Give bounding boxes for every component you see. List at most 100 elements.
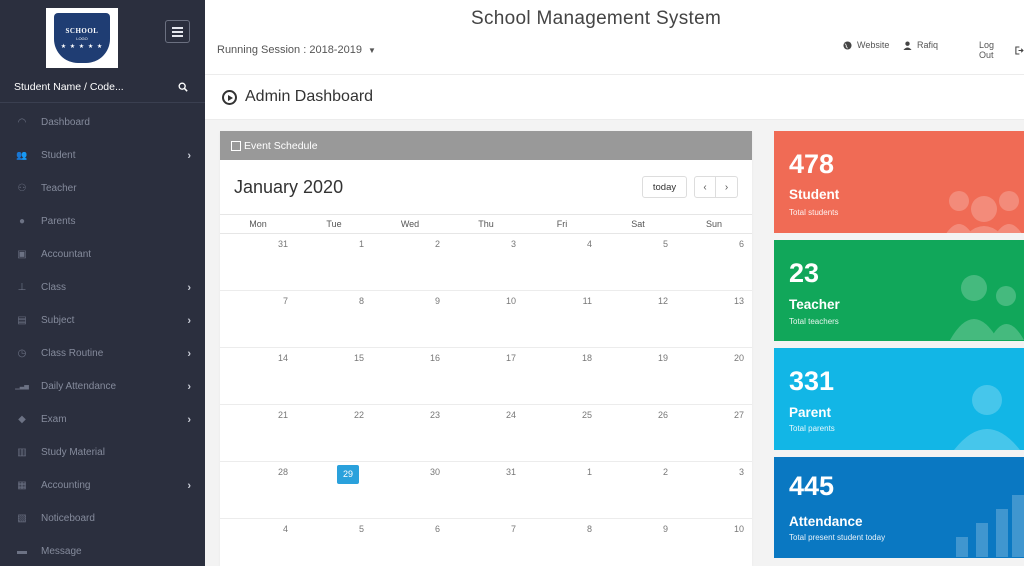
chevron-right-icon: › — [187, 414, 191, 426]
stat-card-attendance[interactable]: 445 Attendance Total present student today — [774, 457, 1024, 558]
sidebar-item-class[interactable]: ⊥ Class › — [0, 271, 205, 304]
calendar-day-today[interactable]: 29 — [296, 462, 372, 518]
calendar-day-cell[interactable]: 17 — [448, 348, 524, 404]
calendar-day-cell[interactable]: 28 — [220, 462, 296, 518]
calendar-day-number: 1 — [358, 239, 364, 249]
calendar-day-cell[interactable]: 5 — [600, 234, 676, 290]
calendar-day-cell[interactable]: 26 — [600, 405, 676, 461]
sidebar-item-subject[interactable]: ▤ Subject › — [0, 304, 205, 337]
calendar-day-cell[interactable]: 22 — [296, 405, 372, 461]
calendar-day-cell[interactable]: 9 — [372, 291, 448, 347]
prev-month-button[interactable]: ‹ — [694, 176, 716, 198]
logout-link[interactable]: Log Out — [979, 40, 1024, 60]
today-button[interactable]: today — [642, 176, 687, 198]
search-icon[interactable] — [178, 82, 188, 92]
sidebar-item-study-material[interactable]: ▥ Study Material — [0, 436, 205, 469]
calendar-day-cell[interactable]: 24 — [448, 405, 524, 461]
calendar-day-cell[interactable]: 2 — [372, 234, 448, 290]
sidebar-item-class-routine[interactable]: ◷ Class Routine › — [0, 337, 205, 370]
user-icon: ● — [18, 216, 26, 227]
student-search-input[interactable] — [14, 81, 164, 93]
calendar-icon — [231, 140, 241, 151]
menu-toggle-button[interactable] — [165, 20, 190, 43]
day-of-week-header: Mon Tue Wed Thu Fri Sat Sun — [220, 214, 752, 234]
sidebar-nav: ◠ Dashboard 👥 Student › ⚇ Teacher ● Parents ▣ Acco… — [0, 106, 205, 566]
sidebar-item-exam[interactable]: ◆ Exam › — [0, 403, 205, 436]
calendar-day-cell[interactable]: 1 — [524, 462, 600, 518]
calendar-day-cell[interactable]: 8 — [524, 519, 600, 566]
sidebar-item-student[interactable]: 👥 Student › — [0, 139, 205, 172]
calendar-day-cell[interactable]: 15 — [296, 348, 372, 404]
calendar-day-cell[interactable]: 30 — [372, 462, 448, 518]
calendar-day-cell[interactable]: 6 — [676, 234, 752, 290]
users-icon — [944, 187, 1024, 233]
sidebar-item-noticeboard[interactable]: ▧ Noticeboard — [0, 502, 205, 535]
session-selector[interactable]: Running Session : 2018-2019 ▼ — [217, 44, 376, 56]
calendar-day-cell[interactable]: 19 — [600, 348, 676, 404]
clipboard-icon: ▧ — [17, 513, 27, 524]
sidebar-item-accounting[interactable]: ▦ Accounting › — [0, 469, 205, 502]
calendar-day-number: 18 — [581, 353, 592, 363]
calendar-day-cell[interactable]: 27 — [676, 405, 752, 461]
calendar-day-cell[interactable]: 2 — [600, 462, 676, 518]
sidebar-item-accountant[interactable]: ▣ Accountant — [0, 238, 205, 271]
calendar-day-number: 31 — [505, 467, 516, 477]
sidebar-item-dashboard[interactable]: ◠ Dashboard — [0, 106, 205, 139]
sidebar-item-daily-attendance[interactable]: ▁▃▅ Daily Attendance › — [0, 370, 205, 403]
stat-card-student[interactable]: 478 Student Total students — [774, 131, 1024, 233]
calendar-day-cell[interactable]: 9 — [600, 519, 676, 566]
calendar-day-cell[interactable]: 4 — [524, 234, 600, 290]
calendar-day-cell[interactable]: 1 — [296, 234, 372, 290]
page-title-bar: Admin Dashboard — [205, 75, 1024, 120]
sidebar-item-parents[interactable]: ● Parents — [0, 205, 205, 238]
stat-card-teacher[interactable]: 23 Teacher Total teachers — [774, 240, 1024, 341]
graduation-cap-icon: ◆ — [18, 414, 26, 425]
calendar-day-number: 5 — [662, 239, 668, 249]
hamburger-icon — [172, 26, 183, 29]
calendar-day-cell[interactable]: 3 — [448, 234, 524, 290]
calendar-day-cell[interactable]: 11 — [524, 291, 600, 347]
calendar-day-cell[interactable]: 7 — [448, 519, 524, 566]
calendar-day-cell[interactable]: 31 — [448, 462, 524, 518]
calendar-day-cell[interactable]: 13 — [676, 291, 752, 347]
calendar-day-cell[interactable]: 25 — [524, 405, 600, 461]
calendar-day-cell[interactable]: 5 — [296, 519, 372, 566]
calendar-day-number: 8 — [358, 296, 364, 306]
sidebar: SCHOOL LOGO ★ ★ ★ ★ ★ ◠ Dashboard 👥 Student… — [0, 0, 205, 566]
day-of-week-label: Sat — [631, 219, 645, 229]
calendar-day-number: 3 — [738, 467, 744, 477]
calendar-day-cell[interactable]: 16 — [372, 348, 448, 404]
event-schedule-panel: Event Schedule January 2020 today ‹ › Mo… — [220, 131, 752, 566]
calendar-day-number: 31 — [277, 239, 288, 249]
calendar-day-cell[interactable]: 23 — [372, 405, 448, 461]
day-of-week-label: Tue — [326, 219, 342, 229]
calendar-day-cell[interactable]: 3 — [676, 462, 752, 518]
calendar-day-number: 27 — [733, 410, 744, 420]
stat-description: Total teachers — [789, 317, 839, 326]
calendar-day-cell[interactable]: 18 — [524, 348, 600, 404]
sidebar-item-teacher[interactable]: ⚇ Teacher — [0, 172, 205, 205]
calendar-day-cell[interactable]: 6 — [372, 519, 448, 566]
stat-label: Student — [789, 187, 840, 202]
calendar-day-number: 9 — [434, 296, 440, 306]
calendar-day-cell[interactable]: 4 — [220, 519, 296, 566]
calendar-day-cell[interactable]: 7 — [220, 291, 296, 347]
calendar-day-number: 21 — [277, 410, 288, 420]
user-profile-link[interactable]: Rafiq — [903, 40, 938, 50]
sidebar-item-label: Message — [41, 546, 82, 557]
calendar-day-cell[interactable]: 10 — [448, 291, 524, 347]
calendar-week-row: 21 22 23 24 25 26 27 — [220, 405, 752, 462]
calendar-day-cell[interactable]: 21 — [220, 405, 296, 461]
calendar-day-cell[interactable]: 10 — [676, 519, 752, 566]
calendar-day-cell[interactable]: 12 — [600, 291, 676, 347]
calendar-day-cell[interactable]: 20 — [676, 348, 752, 404]
calendar-day-cell[interactable]: 8 — [296, 291, 372, 347]
next-month-button[interactable]: › — [716, 176, 738, 198]
calendar-day-cell[interactable]: 14 — [220, 348, 296, 404]
user-name: Rafiq — [917, 40, 939, 50]
stat-card-parent[interactable]: 331 Parent Total parents — [774, 348, 1024, 450]
website-link[interactable]: Website — [843, 40, 889, 50]
calendar-day-cell[interactable]: 31 — [220, 234, 296, 290]
day-of-week-label: Fri — [556, 219, 568, 229]
sidebar-item-message[interactable]: ▬ Message — [0, 535, 205, 566]
